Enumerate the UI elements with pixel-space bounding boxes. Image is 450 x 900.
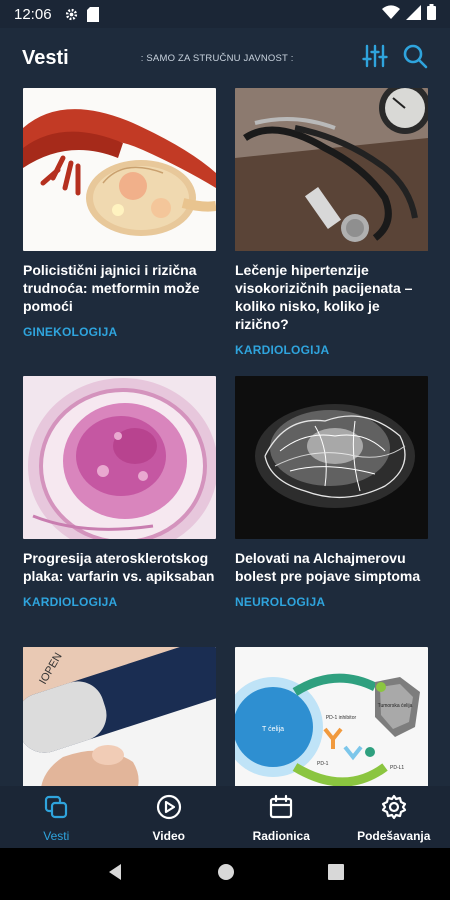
article-title: Progresija aterosklerotskog plaka: varfa… xyxy=(23,550,215,584)
calendar-icon xyxy=(268,794,294,825)
article-card[interactable]: Lečenje hipertenzije visokorizičnih paci… xyxy=(235,88,428,357)
news-copy-icon xyxy=(43,794,69,825)
nav-label: Vesti xyxy=(43,829,70,843)
recents-icon[interactable] xyxy=(327,863,344,885)
nav-item-video[interactable]: Video xyxy=(113,786,226,848)
article-title: Policistični jajnici i rizična trudnoća:… xyxy=(23,262,200,314)
article-title: Delovati na Alchajmerovu bolest pre poja… xyxy=(235,550,421,584)
professional-audience-note: : SAMO ZA STRUČNU JAVNOST : xyxy=(140,52,294,64)
pd1-inhibitor-label: PD-1 inhibitor xyxy=(326,715,357,721)
wifi-icon xyxy=(382,4,400,24)
article-image: T ćelija Tumorska ćelija PD-1 inhibitor … xyxy=(235,647,428,786)
nav-label: Video xyxy=(152,829,185,843)
article-card[interactable]: Delovati na Alchajmerovu bolest pre poja… xyxy=(235,376,428,609)
tumor-cell-label: Tumorska ćelija xyxy=(378,703,413,709)
play-circle-icon xyxy=(156,794,182,825)
filter-sliders-icon[interactable] xyxy=(362,43,388,74)
article-image xyxy=(235,376,428,539)
article-image xyxy=(23,376,216,539)
article-card[interactable]: T ćelija Tumorska ćelija PD-1 inhibitor … xyxy=(235,647,428,786)
article-category: NEUROLOGIJA xyxy=(235,595,326,609)
gear-icon xyxy=(64,7,79,22)
back-icon[interactable] xyxy=(106,863,124,886)
nav-item-radionica[interactable]: Radionica xyxy=(225,786,338,848)
article-category: KARDIOLOGIJA xyxy=(23,595,118,609)
battery-icon xyxy=(427,4,436,24)
status-bar: 12:06 xyxy=(0,0,450,28)
home-icon[interactable] xyxy=(217,863,235,886)
article-category: GINEKOLOGIJA xyxy=(23,325,118,339)
article-title: Lečenje hipertenzije visokorizičnih paci… xyxy=(235,262,413,332)
app-bar: Vesti : SAMO ZA STRUČNU JAVNOST : xyxy=(0,28,450,88)
article-card[interactable]: Policistični jajnici i rizična trudnoća:… xyxy=(23,88,216,339)
page-title: Vesti xyxy=(22,46,69,69)
sd-card-icon xyxy=(86,6,99,22)
article-card[interactable]: IOPEN xyxy=(23,647,216,786)
pdl1-label: PD-L1 xyxy=(390,765,404,771)
nav-item-podesavanja[interactable]: Podešavanja xyxy=(338,786,450,848)
article-image xyxy=(23,88,216,251)
article-image xyxy=(235,88,428,251)
gear-settings-icon xyxy=(381,794,407,825)
article-image: IOPEN xyxy=(23,647,216,786)
article-card[interactable]: Progresija aterosklerotskog plaka: varfa… xyxy=(23,376,216,609)
article-category: KARDIOLOGIJA xyxy=(235,343,330,357)
search-icon[interactable] xyxy=(402,43,428,74)
t-cell-label: T ćelija xyxy=(262,726,284,733)
nav-item-vesti[interactable]: Vesti xyxy=(0,786,113,848)
nav-label: Podešavanja xyxy=(357,829,431,843)
bottom-navigation: Vesti Video Radionica Podešavanja xyxy=(0,786,450,848)
nav-label: Radionica xyxy=(252,829,310,843)
signal-icon xyxy=(406,4,421,24)
status-time: 12:06 xyxy=(14,5,52,23)
system-navigation-bar xyxy=(0,848,450,900)
articles-grid: Policistični jajnici i rizična trudnoća:… xyxy=(23,88,428,786)
pd1-label: PD-1 xyxy=(317,761,329,767)
